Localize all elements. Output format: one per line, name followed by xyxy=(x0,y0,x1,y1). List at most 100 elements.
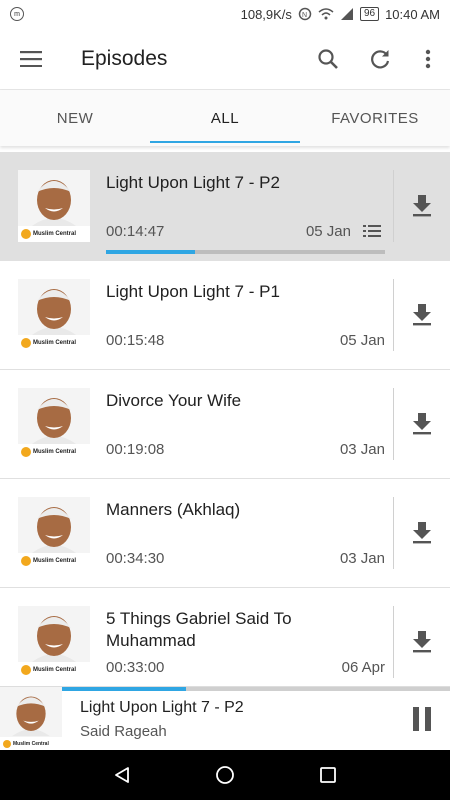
episode-date: 03 Jan xyxy=(339,550,385,567)
episode-date: 06 Apr xyxy=(341,659,385,676)
download-button[interactable] xyxy=(394,388,450,460)
episode-duration: 00:14:47 xyxy=(106,223,165,240)
download-icon xyxy=(413,522,431,544)
episode-thumbnail: Muslim Central xyxy=(18,606,90,678)
download-button[interactable] xyxy=(394,279,450,351)
episode-title: Light Upon Light 7 - P1 xyxy=(106,282,280,301)
pause-icon xyxy=(413,706,431,731)
more-vert-icon xyxy=(425,49,431,68)
episode-duration: 00:15:48 xyxy=(106,332,165,349)
player-thumbnail: Muslim Central xyxy=(0,686,62,751)
episode-title: Light Upon Light 7 - P2 xyxy=(106,173,280,192)
episode-thumbnail: Muslim Central xyxy=(18,497,90,569)
speaker-portrait-icon xyxy=(18,388,90,444)
speaker-portrait-icon xyxy=(18,279,90,335)
refresh-icon xyxy=(371,49,390,68)
wifi-icon xyxy=(318,8,334,20)
episode-info: Light Upon Light 7 - P2 00:14:47 05 Jan xyxy=(106,170,385,254)
speaker-portrait-icon xyxy=(18,606,90,662)
signal-icon xyxy=(340,8,353,20)
home-icon xyxy=(216,766,234,784)
episode-date: 05 Jan xyxy=(305,223,351,240)
episode-date: 05 Jan xyxy=(339,332,385,349)
mini-player[interactable]: Muslim Central Light Upon Light 7 - P2 S… xyxy=(0,686,450,751)
player-info: Light Upon Light 7 - P2 Said Rageah xyxy=(80,697,394,740)
episode-title: 5 Things Gabriel Said To Muhammad xyxy=(106,609,292,650)
menu-button[interactable] xyxy=(0,28,62,90)
episode-row[interactable]: Muslim Central Light Upon Light 7 - P1 0… xyxy=(0,261,450,370)
episode-meta: 00:15:48 05 Jan xyxy=(106,332,385,349)
network-speed: 108,9K/s xyxy=(240,6,292,22)
muslim-central-logo: Muslim Central xyxy=(18,662,90,678)
back-button[interactable] xyxy=(97,750,147,800)
player-progress-fill xyxy=(62,687,187,691)
muslim-central-logo: Muslim Central xyxy=(0,736,62,751)
download-icon xyxy=(413,631,431,653)
episode-title: Manners (Akhlaq) xyxy=(106,500,241,519)
recents-icon xyxy=(320,767,337,783)
episode-date: 03 Jan xyxy=(339,441,385,458)
episode-row[interactable]: Muslim Central Manners (Akhlaq) 00:34:30… xyxy=(0,479,450,588)
speaker-portrait-icon xyxy=(18,497,90,553)
muslim-central-logo: Muslim Central xyxy=(18,226,90,242)
clock: 10:40 AM xyxy=(385,6,440,22)
episode-progress-bar[interactable] xyxy=(106,250,385,254)
navigation-bar xyxy=(0,750,450,800)
download-button[interactable] xyxy=(394,606,450,678)
episode-info: Light Upon Light 7 - P1 00:15:48 05 Jan xyxy=(106,279,385,351)
episode-list: Muslim Central Light Upon Light 7 - P2 0… xyxy=(0,152,450,697)
download-icon xyxy=(413,304,431,326)
episode-duration: 00:34:30 xyxy=(106,550,165,567)
speaker-portrait-icon xyxy=(18,170,90,226)
episode-meta: 00:19:08 03 Jan xyxy=(106,441,385,458)
episode-title: Divorce Your Wife xyxy=(106,391,242,410)
download-icon xyxy=(413,413,431,435)
episode-thumbnail: Muslim Central xyxy=(18,170,90,242)
player-subtitle: Said Rageah xyxy=(80,723,167,740)
episode-info: Divorce Your Wife 00:19:08 03 Jan xyxy=(106,388,385,460)
episode-meta: 00:33:00 06 Apr xyxy=(106,659,385,676)
episode-meta: 00:14:47 05 Jan xyxy=(106,223,351,240)
battery-icon: 96 xyxy=(359,7,380,21)
episode-info: 5 Things Gabriel Said To Muhammad 00:33:… xyxy=(106,606,385,678)
notification-icon: m xyxy=(10,7,24,21)
svg-text:N: N xyxy=(302,12,307,19)
episode-thumbnail: Muslim Central xyxy=(18,388,90,460)
page-title: Episodes xyxy=(81,46,168,70)
episode-row[interactable]: Muslim Central Divorce Your Wife 00:19:0… xyxy=(0,370,450,479)
tab-all[interactable]: ALL xyxy=(150,90,300,146)
muslim-central-logo: Muslim Central xyxy=(18,553,90,569)
episode-thumbnail: Muslim Central xyxy=(18,279,90,351)
tab-new[interactable]: NEW xyxy=(0,90,150,146)
speaker-portrait-icon xyxy=(0,687,62,736)
home-button[interactable] xyxy=(200,750,250,800)
more-options-button[interactable] xyxy=(406,33,450,85)
download-button[interactable] xyxy=(394,170,450,242)
download-icon xyxy=(413,195,431,217)
back-icon xyxy=(114,767,129,783)
tab-favorites[interactable]: FAVORITES xyxy=(300,90,450,146)
status-bar: m 108,9K/s N 96 10:40 AM xyxy=(0,0,450,28)
episode-progress-fill xyxy=(106,250,196,254)
muslim-central-logo: Muslim Central xyxy=(18,335,90,351)
episode-meta: 00:34:30 03 Jan xyxy=(106,550,385,567)
search-button[interactable] xyxy=(302,33,354,85)
queue-icon xyxy=(363,225,381,237)
refresh-button[interactable] xyxy=(354,33,406,85)
download-button[interactable] xyxy=(394,497,450,569)
recents-button[interactable] xyxy=(303,750,353,800)
episode-duration: 00:19:08 xyxy=(106,441,165,458)
episode-row[interactable]: Muslim Central 5 Things Gabriel Said To … xyxy=(0,588,450,697)
muslim-central-logo: Muslim Central xyxy=(18,444,90,460)
menu-icon xyxy=(20,50,42,67)
episode-duration: 00:33:00 xyxy=(106,659,165,676)
episode-info: Manners (Akhlaq) 00:34:30 03 Jan xyxy=(106,497,385,569)
player-title: Light Upon Light 7 - P2 xyxy=(80,699,244,716)
episode-row[interactable]: Muslim Central Light Upon Light 7 - P2 0… xyxy=(0,152,450,261)
data-saver-icon: N xyxy=(298,7,312,21)
app-bar: Episodes xyxy=(0,28,450,90)
tab-bar: NEW ALL FAVORITES xyxy=(0,90,450,146)
search-icon xyxy=(318,48,338,69)
pause-button[interactable] xyxy=(394,687,450,751)
player-progress-bar[interactable] xyxy=(62,687,450,691)
